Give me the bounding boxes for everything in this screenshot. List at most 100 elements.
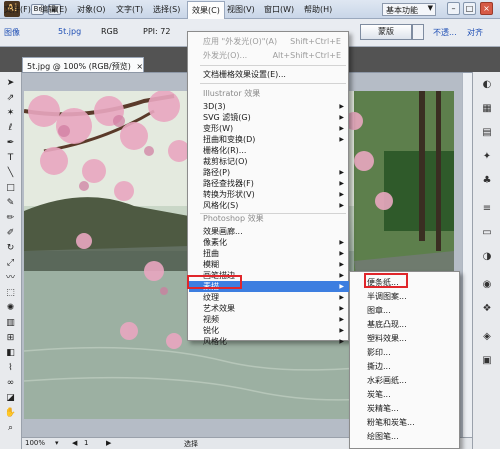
submenu-item-stamp[interactable]: 图章...: [351, 304, 460, 317]
brushes-icon[interactable]: ✦: [479, 150, 495, 163]
type-tool-icon[interactable]: T: [3, 151, 18, 165]
menu-view[interactable]: 视图(V): [227, 4, 255, 15]
workspace-switcher[interactable]: 基本功能 ▼: [382, 3, 436, 16]
menu-item-warp[interactable]: 变形(W) ▶: [189, 123, 349, 134]
menu-item-video[interactable]: 视频 ▶: [189, 314, 349, 325]
color-panel-icon[interactable]: ◐: [479, 78, 495, 91]
menu-item-svg-filters[interactable]: SVG 滤镜(G) ▶: [189, 112, 349, 123]
submenu-item-chalk-charcoal[interactable]: 粉笔和炭笔...: [351, 416, 460, 429]
pencil-tool-icon[interactable]: ✏: [3, 211, 18, 225]
rotate-tool-icon[interactable]: ↻: [3, 241, 18, 255]
submenu-item-water-paper[interactable]: 水彩画纸...: [351, 374, 460, 387]
menu-item-blur[interactable]: 模糊 ▶: [189, 259, 349, 270]
blend-tool-icon[interactable]: ∞: [3, 376, 18, 390]
menu-item-apply-outer-glow[interactable]: 应用 "外发光(O)"(A) Shift+Ctrl+E: [189, 36, 349, 47]
scale-tool-icon[interactable]: ⤢: [3, 256, 18, 270]
menu-window[interactable]: 窗口(W): [264, 4, 294, 15]
layers-icon[interactable]: ◈: [479, 330, 495, 343]
menu-help[interactable]: 帮助(H): [304, 4, 332, 15]
submenu-item-bas-relief[interactable]: 基底凸现...: [351, 318, 460, 331]
line-tool-icon[interactable]: ╲: [3, 166, 18, 180]
menu-item-texture[interactable]: 纹理 ▶: [189, 292, 349, 303]
vertical-scrollbar[interactable]: [462, 73, 472, 437]
menu-item-convert-to-shape[interactable]: 转换为形状(V) ▶: [189, 189, 349, 200]
close-window-button[interactable]: ×: [480, 2, 493, 15]
paintbrush-tool-icon[interactable]: ✎: [3, 196, 18, 210]
direct-selection-tool-icon[interactable]: ⇗: [3, 91, 18, 105]
menu-edit[interactable]: 编辑(E): [40, 4, 67, 15]
graphic-styles-icon[interactable]: ❖: [479, 302, 495, 315]
lasso-tool-icon[interactable]: ℓ: [3, 121, 18, 135]
rectangle-tool-icon[interactable]: □: [3, 181, 18, 195]
menu-type[interactable]: 文字(T): [116, 4, 143, 15]
menu-item-sharpen[interactable]: 锐化 ▶: [189, 325, 349, 336]
selection-tool-icon[interactable]: ➤: [3, 76, 18, 90]
menu-item-distort-transform[interactable]: 扭曲和变换(D) ▶: [189, 134, 349, 145]
warp-tool-icon[interactable]: 〰: [3, 271, 18, 285]
menu-item-path[interactable]: 路径(P) ▶: [189, 167, 349, 178]
stroke-icon[interactable]: ≡: [479, 202, 495, 215]
menu-bar: Ai Br ▦ 文件(F) 编辑(E) 对象(O) 文字(T) 选择(S) 效果…: [0, 0, 500, 20]
artboards-icon[interactable]: ▣: [479, 354, 495, 367]
column-graph-tool-icon[interactable]: ▥: [3, 316, 18, 330]
submenu-item-charcoal[interactable]: 炭笔...: [351, 388, 460, 401]
menu-file[interactable]: 文件(F): [4, 4, 31, 15]
mask-button[interactable]: 蒙版: [360, 24, 412, 40]
align-link[interactable]: 对齐: [467, 27, 483, 38]
menu-item-3d[interactable]: 3D(3) ▶: [189, 101, 349, 112]
chevron-down-icon[interactable]: ▾: [55, 439, 59, 447]
slice-tool-icon[interactable]: ◪: [3, 391, 18, 405]
document-tab[interactable]: 5t.jpg @ 100% (RGB/预览) ×: [22, 57, 144, 72]
pen-tool-icon[interactable]: ✒: [3, 136, 18, 150]
maximize-button[interactable]: □: [463, 2, 476, 15]
menu-item-stylize-photoshop[interactable]: 风格化 ▶: [189, 336, 349, 346]
color-guide-icon[interactable]: ▦: [479, 102, 495, 115]
menu-item-distort[interactable]: 扭曲 ▶: [189, 248, 349, 259]
filename-link[interactable]: 5t.jpg: [58, 27, 81, 36]
menu-item-outer-glow[interactable]: 外发光(O)... Alt+Shift+Ctrl+E: [189, 50, 349, 61]
menu-select[interactable]: 选择(S): [153, 4, 180, 15]
menu-effect[interactable]: 效果(C): [187, 1, 225, 20]
menu-item-artistic[interactable]: 艺术效果 ▶: [189, 303, 349, 314]
submenu-item-conte-crayon[interactable]: 炭精笔...: [351, 402, 460, 415]
gradient-icon[interactable]: ▭: [479, 226, 495, 239]
minimize-button[interactable]: –: [447, 2, 460, 15]
opacity-link[interactable]: 不透...: [433, 27, 457, 38]
menu-item-rasterize[interactable]: 栅格化(R)...: [189, 145, 349, 156]
menu-item-pixelate[interactable]: 像素化 ▶: [189, 237, 349, 248]
tools-panel: ➤ ⇗ ✶ ℓ ✒ T ╲ □ ✎ ✏ ✐ ↻ ⤢ 〰 ⬚ ✺ ▥ ⊞ ◧ ⌇ …: [0, 72, 22, 449]
blob-brush-tool-icon[interactable]: ✐: [3, 226, 18, 240]
transparency-icon[interactable]: ◑: [479, 250, 495, 263]
submenu-item-photocopy[interactable]: 影印...: [351, 346, 460, 359]
annotation-highlight-sketch: [187, 275, 242, 289]
symbol-sprayer-tool-icon[interactable]: ✺: [3, 301, 18, 315]
close-icon[interactable]: ×: [136, 62, 143, 71]
submenu-item-torn-edges[interactable]: 撕边...: [351, 360, 460, 373]
menu-item-document-raster-settings[interactable]: 文档栅格效果设置(E)...: [189, 69, 349, 80]
zoom-tool-icon[interactable]: ⌕: [3, 421, 18, 435]
prev-page-icon[interactable]: ◀: [72, 439, 77, 447]
page-number[interactable]: 1: [84, 439, 88, 447]
mesh-tool-icon[interactable]: ⊞: [3, 331, 18, 345]
submenu-item-graphic-pen[interactable]: 绘图笔...: [351, 430, 460, 443]
submenu-item-halftone-pattern[interactable]: 半调图案...: [351, 290, 460, 303]
swatches-icon[interactable]: ▤: [479, 126, 495, 139]
image-link[interactable]: 图像: [4, 27, 20, 38]
menu-item-stylize-illustrator[interactable]: 风格化(S) ▶: [189, 200, 349, 211]
mask-dropdown-button[interactable]: [412, 24, 424, 40]
free-transform-tool-icon[interactable]: ⬚: [3, 286, 18, 300]
hand-tool-icon[interactable]: ✋: [3, 406, 18, 420]
gradient-tool-icon[interactable]: ◧: [3, 346, 18, 360]
submenu-item-plaster[interactable]: 塑料效果...: [351, 332, 460, 345]
chevron-right-icon: ▶: [339, 180, 344, 187]
menu-item-crop-marks[interactable]: 裁剪标记(O): [189, 156, 349, 167]
zoom-select[interactable]: 100%: [25, 439, 45, 447]
menu-object[interactable]: 对象(O): [77, 4, 106, 15]
appearance-icon[interactable]: ◉: [479, 278, 495, 291]
menu-item-pathfinder[interactable]: 路径查找器(F) ▶: [189, 178, 349, 189]
menu-item-effect-gallery[interactable]: 效果画廊...: [189, 226, 349, 237]
eyedropper-tool-icon[interactable]: ⌇: [3, 361, 18, 375]
magic-wand-tool-icon[interactable]: ✶: [3, 106, 18, 120]
next-page-icon[interactable]: ▶: [106, 439, 111, 447]
symbols-icon[interactable]: ♣: [479, 174, 495, 187]
